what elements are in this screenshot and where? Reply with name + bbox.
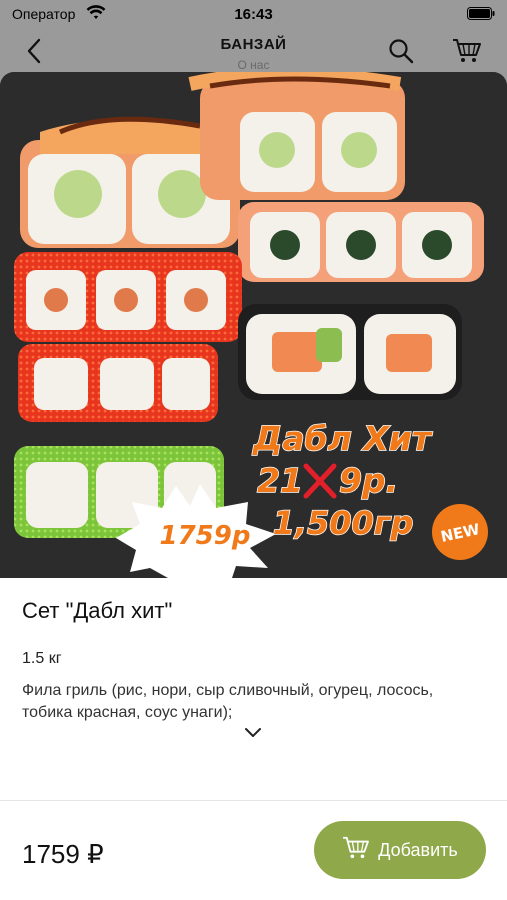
promo-badge-price: 1759р <box>160 521 251 551</box>
sushi-roll-group <box>14 252 242 422</box>
add-button-label: Добавить <box>378 839 458 860</box>
chevron-down-icon[interactable] <box>244 726 262 744</box>
product-sheet: Дабл Хит 21 9р. 1,500гр 1759р NEW Сет "Д… <box>0 72 507 900</box>
nav-bar: БАНЗАЙ О нас <box>0 28 507 76</box>
nav-title: БАНЗАЙ <box>220 36 287 53</box>
battery-icon <box>467 7 495 25</box>
status-bar: Оператор 16:43 <box>0 0 507 28</box>
sushi-roll-group <box>238 304 462 400</box>
add-to-cart-button[interactable]: Добавить <box>314 821 486 879</box>
product-price: 1759 ₽ <box>22 839 104 869</box>
cart-icon <box>342 836 370 865</box>
product-name: Сет "Дабл хит" <box>22 598 173 623</box>
promo-headline: Дабл Хит <box>252 419 433 458</box>
promo-old-price-right: 9р. <box>339 461 398 500</box>
promo-weight: 1,500гр <box>273 504 414 542</box>
product-weight: 1.5 кг <box>22 650 62 667</box>
product-image: Дабл Хит 21 9р. 1,500гр 1759р NEW <box>0 72 507 578</box>
sushi-roll-group <box>238 202 484 282</box>
product-info: Сет "Дабл хит" 1.5 кг Фила гриль (рис, н… <box>0 578 507 806</box>
search-icon[interactable] <box>388 38 414 69</box>
cart-icon[interactable] <box>452 38 482 69</box>
product-footer: 1759 ₽ Добавить <box>0 801 507 900</box>
product-description: Фила гриль (рис, нори, сыр сливочный, ог… <box>22 682 434 721</box>
clock: 16:43 <box>234 6 273 23</box>
promo-old-price-left: 21 <box>257 461 303 500</box>
nav-subtitle[interactable]: О нас <box>0 58 507 72</box>
